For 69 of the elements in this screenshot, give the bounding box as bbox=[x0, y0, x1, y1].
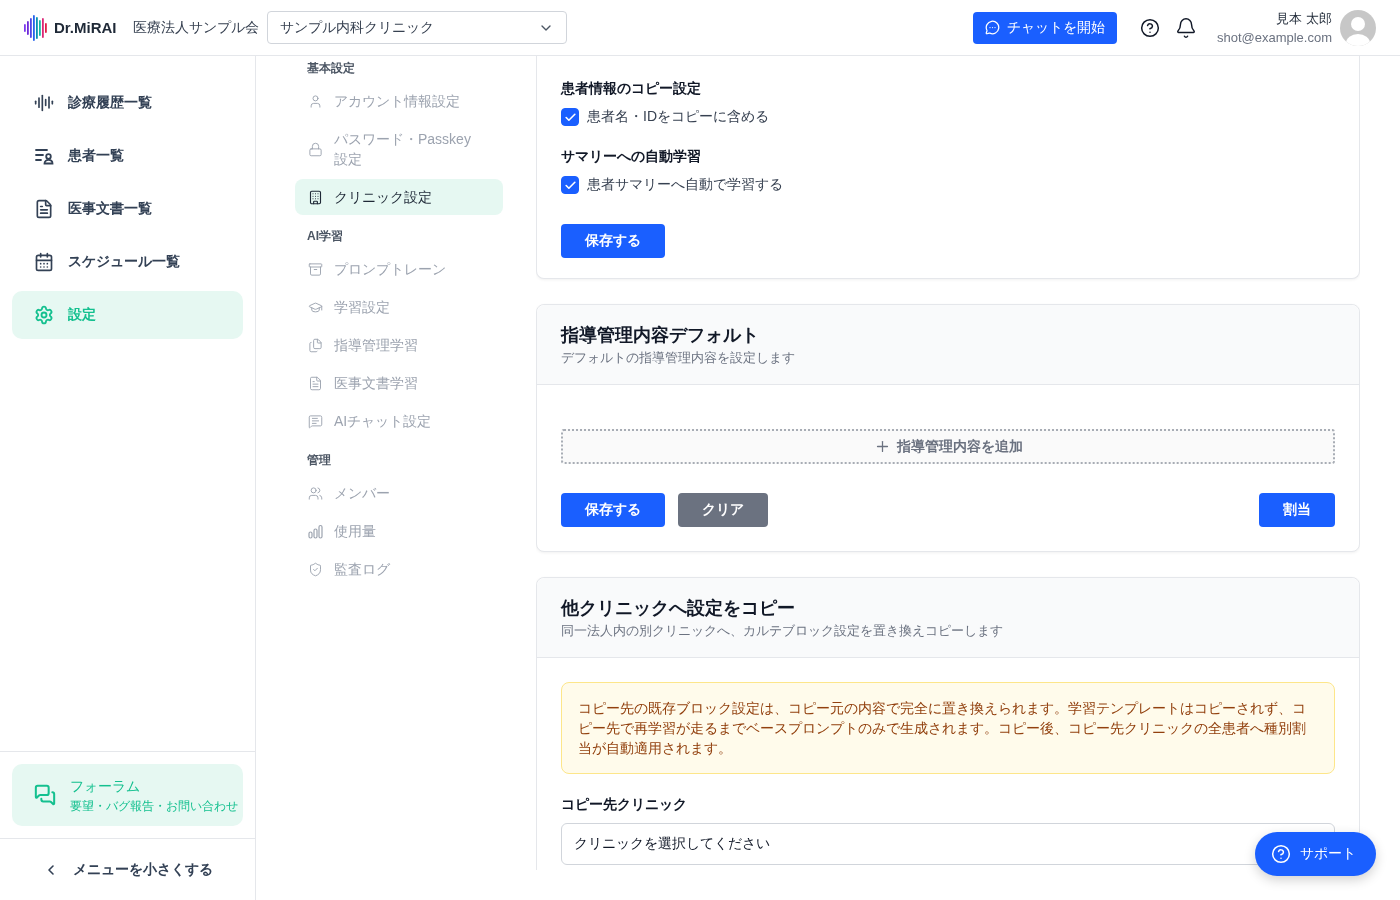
document-icon bbox=[308, 375, 323, 391]
settings-nav-item[interactable]: AIチャット設定 bbox=[295, 403, 503, 439]
files-icon bbox=[308, 337, 323, 353]
sidebar-item[interactable]: 医事文書一覧 bbox=[12, 185, 243, 233]
user-name: 見本 太郎 bbox=[1276, 9, 1332, 27]
calendar-icon bbox=[34, 252, 54, 272]
bar-chart-icon bbox=[308, 523, 323, 539]
card-subtitle: デフォルトの指導管理内容を設定します bbox=[561, 348, 796, 367]
card-title: 他クリニックへ設定をコピー bbox=[561, 596, 796, 620]
logo-text: Dr.MiRAI bbox=[54, 19, 117, 36]
organization-name: 医療法人サンプル会 bbox=[132, 18, 259, 37]
setting-heading: 患者情報のコピー設定 bbox=[561, 79, 702, 98]
settings-nav-item[interactable]: 学習設定 bbox=[295, 289, 503, 325]
settings-icon bbox=[34, 305, 54, 325]
forum-subtitle: 要望・バグ報告・お問い合わせ bbox=[70, 797, 238, 814]
save-button[interactable]: 保存する bbox=[561, 224, 665, 258]
building-icon bbox=[308, 189, 323, 205]
user-icon bbox=[308, 93, 323, 109]
logo-icon bbox=[24, 14, 48, 41]
collapse-menu-button[interactable]: メニューを小さくする bbox=[42, 860, 213, 879]
setting-heading: サマリーへの自動学習 bbox=[561, 147, 702, 166]
document-icon bbox=[34, 199, 54, 219]
settings-nav-item[interactable]: アカウント情報設定 bbox=[295, 83, 503, 119]
section-heading: 基本設定 bbox=[306, 60, 356, 77]
check-icon bbox=[563, 178, 577, 192]
settings-nav-item[interactable]: 監査ログ bbox=[295, 551, 503, 587]
users-icon bbox=[308, 485, 323, 501]
checkbox[interactable] bbox=[561, 176, 579, 194]
settings-nav-item[interactable]: パスワード・Passkey設定 bbox=[295, 121, 503, 177]
chat-bubbles-icon bbox=[34, 784, 56, 806]
shield-check-icon bbox=[308, 561, 323, 577]
checkbox-label: 患者サマリーへ自動で学習する bbox=[587, 176, 783, 194]
help-icon bbox=[1271, 844, 1291, 864]
check-icon bbox=[563, 110, 577, 124]
settings-nav-item[interactable]: 医事文書学習 bbox=[295, 365, 503, 401]
bell-icon[interactable] bbox=[1174, 16, 1197, 39]
save-button[interactable]: 保存する bbox=[561, 493, 665, 527]
help-icon[interactable] bbox=[1139, 17, 1160, 38]
add-guidance-button[interactable]: 指導管理内容を追加 bbox=[561, 429, 1335, 464]
checkbox-label: 患者名・IDをコピーに含める bbox=[587, 108, 769, 126]
chat-icon bbox=[308, 413, 323, 429]
chat-bubble-icon bbox=[984, 20, 1000, 35]
warning-message: コピー先の既存ブロック設定は、コピー元の内容で完全に置き換えられます。学習テンプレートはコピーされず、コピー先で再学習が走るまでベースプロンプトのみで生成されます。コピー後、コピー先クリニックの全患者へ種別割当が自動適用されます。 bbox=[561, 682, 1335, 774]
waveform-icon bbox=[34, 93, 54, 113]
clear-button[interactable]: クリア bbox=[678, 493, 768, 527]
section-heading: 管理 bbox=[306, 452, 332, 469]
settings-nav-item[interactable]: 指導管理学習 bbox=[295, 327, 503, 363]
lock-icon bbox=[308, 141, 323, 157]
card-title: 指導管理内容デフォルト bbox=[561, 323, 760, 347]
checkbox[interactable] bbox=[561, 108, 579, 126]
settings-nav-item[interactable]: 使用量 bbox=[295, 513, 503, 549]
sidebar-item[interactable]: スケジュール一覧 bbox=[12, 238, 243, 286]
clinic-select[interactable]: サンプル内科クリニック bbox=[266, 11, 567, 44]
user-email: shot@example.com bbox=[1216, 28, 1332, 46]
field-label: コピー先クリニック bbox=[561, 795, 688, 814]
settings-nav-item[interactable]: クリニック設定 bbox=[295, 179, 503, 215]
assign-button[interactable]: 割当 bbox=[1259, 493, 1335, 527]
forum-title: フォーラム bbox=[70, 776, 141, 795]
sidebar-item[interactable]: 診療履歴一覧 bbox=[12, 79, 243, 127]
card-subtitle: 同一法人内の別クリニックへ、カルテブロック設定を置き換えコピーします bbox=[561, 621, 1004, 640]
support-button[interactable]: サポート bbox=[1255, 832, 1376, 876]
box-icon bbox=[308, 261, 323, 277]
start-chat-button[interactable]: チャットを開始 bbox=[972, 11, 1117, 44]
settings-nav-item[interactable]: メンバー bbox=[295, 475, 503, 511]
sidebar-item[interactable]: 患者一覧 bbox=[12, 132, 243, 180]
settings-nav-item[interactable]: プロンプトレーン bbox=[295, 251, 503, 287]
patient-list-icon bbox=[34, 146, 54, 166]
graduation-cap-icon bbox=[308, 299, 323, 315]
section-heading: AI学習 bbox=[306, 228, 344, 245]
